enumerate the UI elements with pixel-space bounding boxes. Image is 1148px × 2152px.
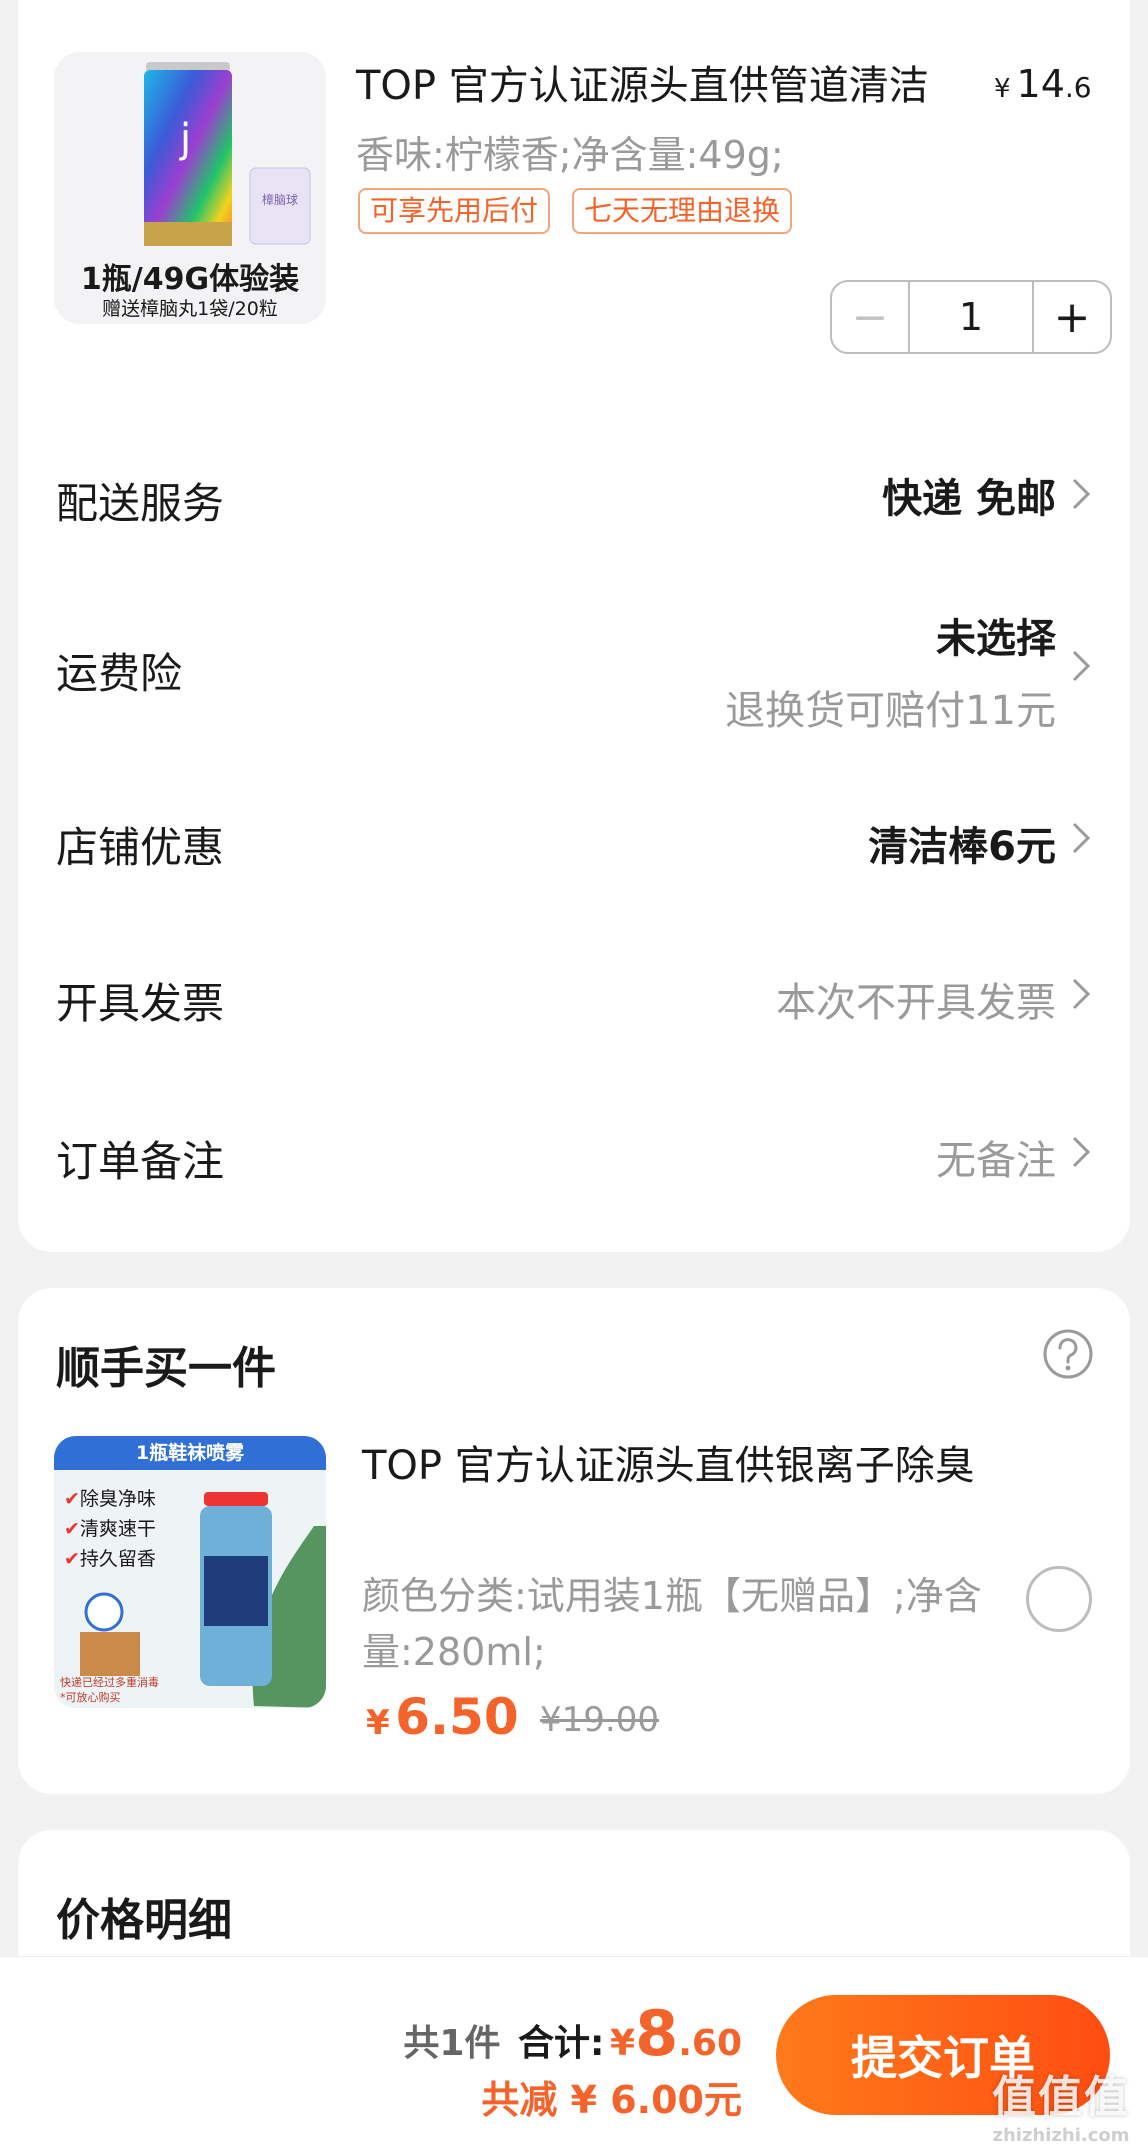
addon-title[interactable]: TOP 官方认证源头直供银离子除臭 — [362, 1438, 1002, 1494]
row-insurance-value: 未选择 — [936, 616, 1056, 662]
order-total: 共1件 合计: ¥8.60 — [403, 1997, 742, 2070]
total-symbol: ¥ — [610, 2023, 636, 2064]
addon-card: 顺手买一件 1瓶鞋袜喷雾 ✔除臭净味 ✔清爽速干 ✔持久留香 快递已经过多重消毒… — [18, 1288, 1130, 1794]
addon-section-title: 顺手买一件 — [56, 1343, 276, 1394]
addon-image-footer2: *可放心购买 — [60, 1691, 121, 1704]
chevron-right-icon — [1072, 978, 1091, 1010]
help-circle-icon[interactable] — [1042, 1328, 1094, 1380]
watermark-sub: zhizhizhi.com — [992, 2125, 1130, 2146]
quantity-stepper: − 1 + — [830, 280, 1112, 354]
row-delivery-label: 配送服务 — [56, 479, 225, 528]
addon-product-image[interactable]: 1瓶鞋袜喷雾 ✔除臭净味 ✔清爽速干 ✔持久留香 快递已经过多重消毒 *可放心购… — [54, 1436, 326, 1708]
checkout-bar: 共1件 合计: ¥8.60 共减 ¥ 6.00元 提交订单 值值值 zhizhi… — [0, 1956, 1148, 2152]
watermark: 值值值 zhizhizhi.com — [992, 2061, 1130, 2146]
addon-original-price: ¥19.00 — [540, 1700, 659, 1740]
total-discount: 共减 ¥ 6.00元 — [481, 2078, 742, 2122]
row-discount-label: 店铺优惠 — [56, 823, 225, 872]
price-symbol: ¥ — [994, 74, 1011, 104]
image-feature: ✔持久留香 — [64, 1548, 156, 1570]
quantity-increase-button[interactable]: + — [1034, 282, 1110, 352]
addon-image-banner: 1瓶鞋袜喷雾 — [135, 1442, 245, 1464]
total-int: 8 — [635, 1997, 679, 2070]
row-invoice-label: 开具发票 — [56, 979, 225, 1028]
image-feature: ✔清爽速干 — [64, 1518, 156, 1540]
item-count: 共1件 — [403, 2023, 501, 2064]
order-item-card: j 樟脑球 1瓶/49G体验装 赠送樟脑丸1袋/20粒 TOP 官方认证源头直供… — [18, 0, 1130, 1252]
tag-seven-day-return: 七天无理由退换 — [572, 188, 793, 234]
row-insurance-label: 运费险 — [56, 649, 183, 698]
row-discount-value: 清洁棒6元 — [868, 824, 1056, 870]
pack-label-text: 樟脑球 — [262, 192, 298, 207]
row-note-value: 无备注 — [936, 1138, 1056, 1184]
total-dec: .60 — [678, 2023, 742, 2064]
chevron-right-icon — [1072, 822, 1091, 854]
addon-spec: 颜色分类:试用装1瓶【无赠品】;净含量:280ml; — [362, 1574, 982, 1674]
addon-select-radio[interactable] — [1026, 1566, 1092, 1632]
tag-pay-later: 可享先用后付 — [358, 188, 551, 234]
price-int: 14 — [1016, 62, 1065, 106]
quantity-decrease-button[interactable]: − — [832, 282, 908, 352]
addon-image-features: ✔除臭净味 ✔清爽速干 ✔持久留香 — [64, 1484, 156, 1574]
row-invoice-value: 本次不开具发票 — [776, 980, 1056, 1026]
watermark-main: 值值值 — [992, 2072, 1130, 2123]
quantity-value[interactable]: 1 — [908, 282, 1034, 352]
chevron-right-icon — [1072, 1136, 1091, 1168]
price-detail-title: 价格明细 — [56, 1895, 232, 1946]
total-label: 合计: — [518, 2023, 605, 2064]
addon-price-symbol: ¥ — [366, 1703, 390, 1743]
price-dec: .6 — [1064, 71, 1092, 104]
addon-price: ¥ 6.50 — [366, 1688, 519, 1746]
row-insurance-sub: 退换货可赔付11元 — [725, 688, 1056, 734]
row-note-label: 订单备注 — [56, 1137, 225, 1186]
product-price: ¥14.6 — [994, 62, 1092, 106]
addon-price-value: 6.50 — [395, 1688, 519, 1746]
product-image[interactable]: j 樟脑球 1瓶/49G体验装 赠送樟脑丸1袋/20粒 — [54, 52, 326, 324]
chevron-right-icon — [1072, 650, 1091, 682]
product-title[interactable]: TOP 官方认证源头直供管道清洁 — [356, 58, 996, 114]
image-caption-sub: 赠送樟脑丸1袋/20粒 — [102, 298, 278, 320]
product-spec[interactable]: 香味:柠檬香;净含量:49g; — [356, 124, 784, 179]
row-delivery-value: 快递 免邮 — [882, 476, 1056, 522]
svg-text:j: j — [179, 116, 191, 162]
image-caption-main: 1瓶/49G体验装 — [80, 262, 300, 297]
image-feature: ✔除臭净味 — [64, 1488, 156, 1510]
addon-image-footer: 快递已经过多重消毒 — [60, 1676, 159, 1689]
chevron-right-icon — [1072, 478, 1091, 510]
